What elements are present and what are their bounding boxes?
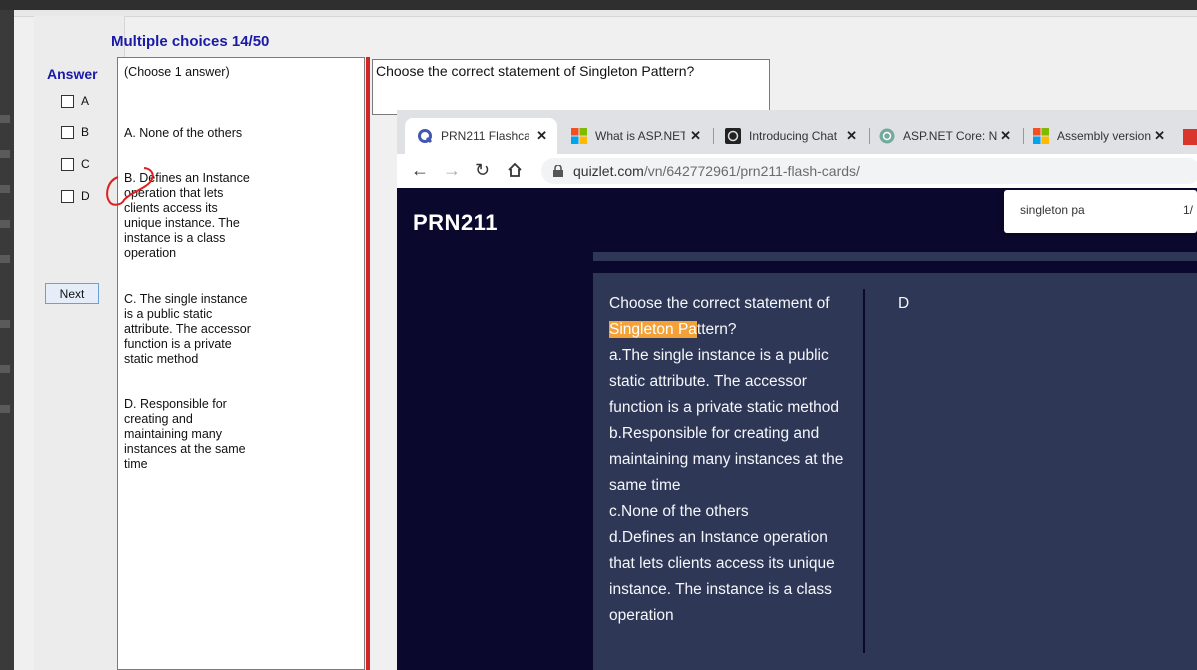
lock-icon [553, 165, 563, 177]
microsoft-icon [571, 128, 587, 144]
edge-mark [0, 365, 10, 373]
chatgpt-icon [725, 128, 741, 144]
url-bar[interactable]: quizlet.com/vn/642772961/prn211-flash-ca… [541, 158, 1197, 184]
flashcard: Choose the correct statement of Singleto… [593, 273, 1197, 670]
answer-checkbox-a[interactable]: A [61, 93, 89, 109]
answer-options-box: (Choose 1 answer) A. None of the others … [117, 57, 365, 670]
edge-mark [0, 320, 10, 328]
address-row: ← → ↻ quizlet.com/vn/642772961/prn211-fl… [397, 154, 1197, 189]
flashcard-definition: D [898, 295, 910, 312]
edge-mark [0, 150, 10, 158]
checkbox-box[interactable] [61, 189, 74, 203]
tab-title: Assembly version [1057, 129, 1152, 143]
hand-drawn-circle-annotation [106, 167, 154, 206]
left-window-edge [0, 10, 14, 670]
checkbox-label: C [81, 157, 90, 171]
tab-what-is-aspnet[interactable]: What is ASP.NET ✕ [561, 118, 711, 154]
checkbox-box[interactable] [61, 157, 74, 171]
top-window-bar [0, 0, 1197, 10]
panel-divider-red [366, 57, 370, 670]
option-a-text: A. None of the others [124, 126, 243, 140]
tab-prn211-flashcards[interactable]: PRN211 Flashcar ✕ [405, 118, 557, 154]
url-path: /vn/642772961/prn211-flash-cards/ [643, 163, 860, 179]
answer-panel [34, 16, 125, 670]
tab-separator [713, 128, 714, 144]
browser-tab-strip: PRN211 Flashcar ✕ What is ASP.NET ✕ Intr… [397, 110, 1197, 154]
previous-card-edge [593, 252, 1197, 261]
answer-label: Answer [47, 66, 98, 82]
answer-checkbox-b[interactable]: B [61, 124, 89, 140]
term-text-end: ttern? [696, 321, 737, 338]
question-text-box: Choose the correct statement of Singleto… [372, 59, 770, 115]
term-line-d: d.Defines an Instance operation that let… [609, 529, 835, 624]
tab-assembly-version[interactable]: Assembly version ✕ [1025, 118, 1175, 154]
card-divider [863, 289, 865, 653]
checkbox-label: B [81, 125, 90, 139]
option-c-text: C. The single instance is a public stati… [124, 292, 251, 366]
term-line-b: b.Responsible for creating and maintaini… [609, 425, 844, 494]
find-input[interactable]: singleton pa [1020, 203, 1085, 217]
term-line-a: a.The single instance is a public static… [609, 347, 840, 416]
url-domain: quizlet.com [573, 163, 644, 179]
checkbox-box[interactable] [61, 125, 74, 139]
term-text-start: Choose the correct statement of [609, 295, 830, 312]
tab-aspnet-core[interactable]: ASP.NET Core: N ✕ [871, 118, 1021, 154]
back-arrow-icon[interactable]: ← [411, 160, 429, 181]
answer-checkbox-c[interactable]: C [61, 156, 90, 172]
find-count: 1/ [1183, 203, 1194, 217]
edge-mark [0, 405, 10, 413]
close-icon[interactable]: ✕ [690, 128, 701, 144]
option-d-text: D. Responsible for creating and maintain… [124, 397, 246, 471]
forward-arrow-icon[interactable]: → [443, 160, 461, 181]
reload-icon[interactable]: ↻ [475, 160, 490, 181]
openai-icon [879, 128, 895, 144]
quizlet-icon [417, 128, 433, 144]
tab-separator [1023, 128, 1024, 144]
edge-mark [0, 185, 10, 193]
microsoft-icon [1033, 128, 1049, 144]
tab-title: Introducing Chat [749, 129, 838, 143]
home-icon[interactable] [507, 160, 523, 183]
term-line-c: c.None of the others [609, 503, 749, 520]
quiz-progress-header: Multiple choices 14/50 [111, 33, 270, 50]
find-highlight: Singleton Pa [609, 321, 697, 338]
close-icon[interactable]: ✕ [536, 128, 547, 144]
app-top-strip [14, 10, 1197, 17]
next-button[interactable]: Next [45, 283, 99, 304]
edge-mark [0, 220, 10, 228]
checkbox-box[interactable] [61, 94, 74, 108]
edge-mark [0, 115, 10, 123]
tab-separator [869, 128, 870, 144]
tab-title: ASP.NET Core: N [903, 129, 997, 143]
answer-checkbox-d[interactable]: D [61, 188, 90, 204]
find-in-page-bar: singleton pa 1/ [1004, 190, 1197, 233]
close-icon[interactable]: ✕ [1154, 128, 1165, 144]
page-content: Choose the correct statement of Singleto… [397, 252, 1197, 670]
checkbox-label: A [81, 94, 90, 108]
next-tab-favicon-icon[interactable] [1183, 129, 1197, 145]
close-icon[interactable]: ✕ [1000, 128, 1011, 144]
course-logo: PRN211 [413, 210, 498, 235]
tab-introducing-chatgpt[interactable]: Introducing Chat ✕ [715, 118, 867, 154]
tab-title: What is ASP.NET [595, 129, 685, 143]
tab-title: PRN211 Flashcar [441, 129, 529, 143]
browser-window: PRN211 Flashcar ✕ What is ASP.NET ✕ Intr… [397, 110, 1197, 670]
edge-mark [0, 255, 10, 263]
checkbox-label: D [81, 189, 90, 203]
choose-hint: (Choose 1 answer) [124, 65, 230, 79]
close-icon[interactable]: ✕ [846, 128, 857, 144]
flashcard-term: Choose the correct statement of Singleto… [609, 291, 844, 629]
